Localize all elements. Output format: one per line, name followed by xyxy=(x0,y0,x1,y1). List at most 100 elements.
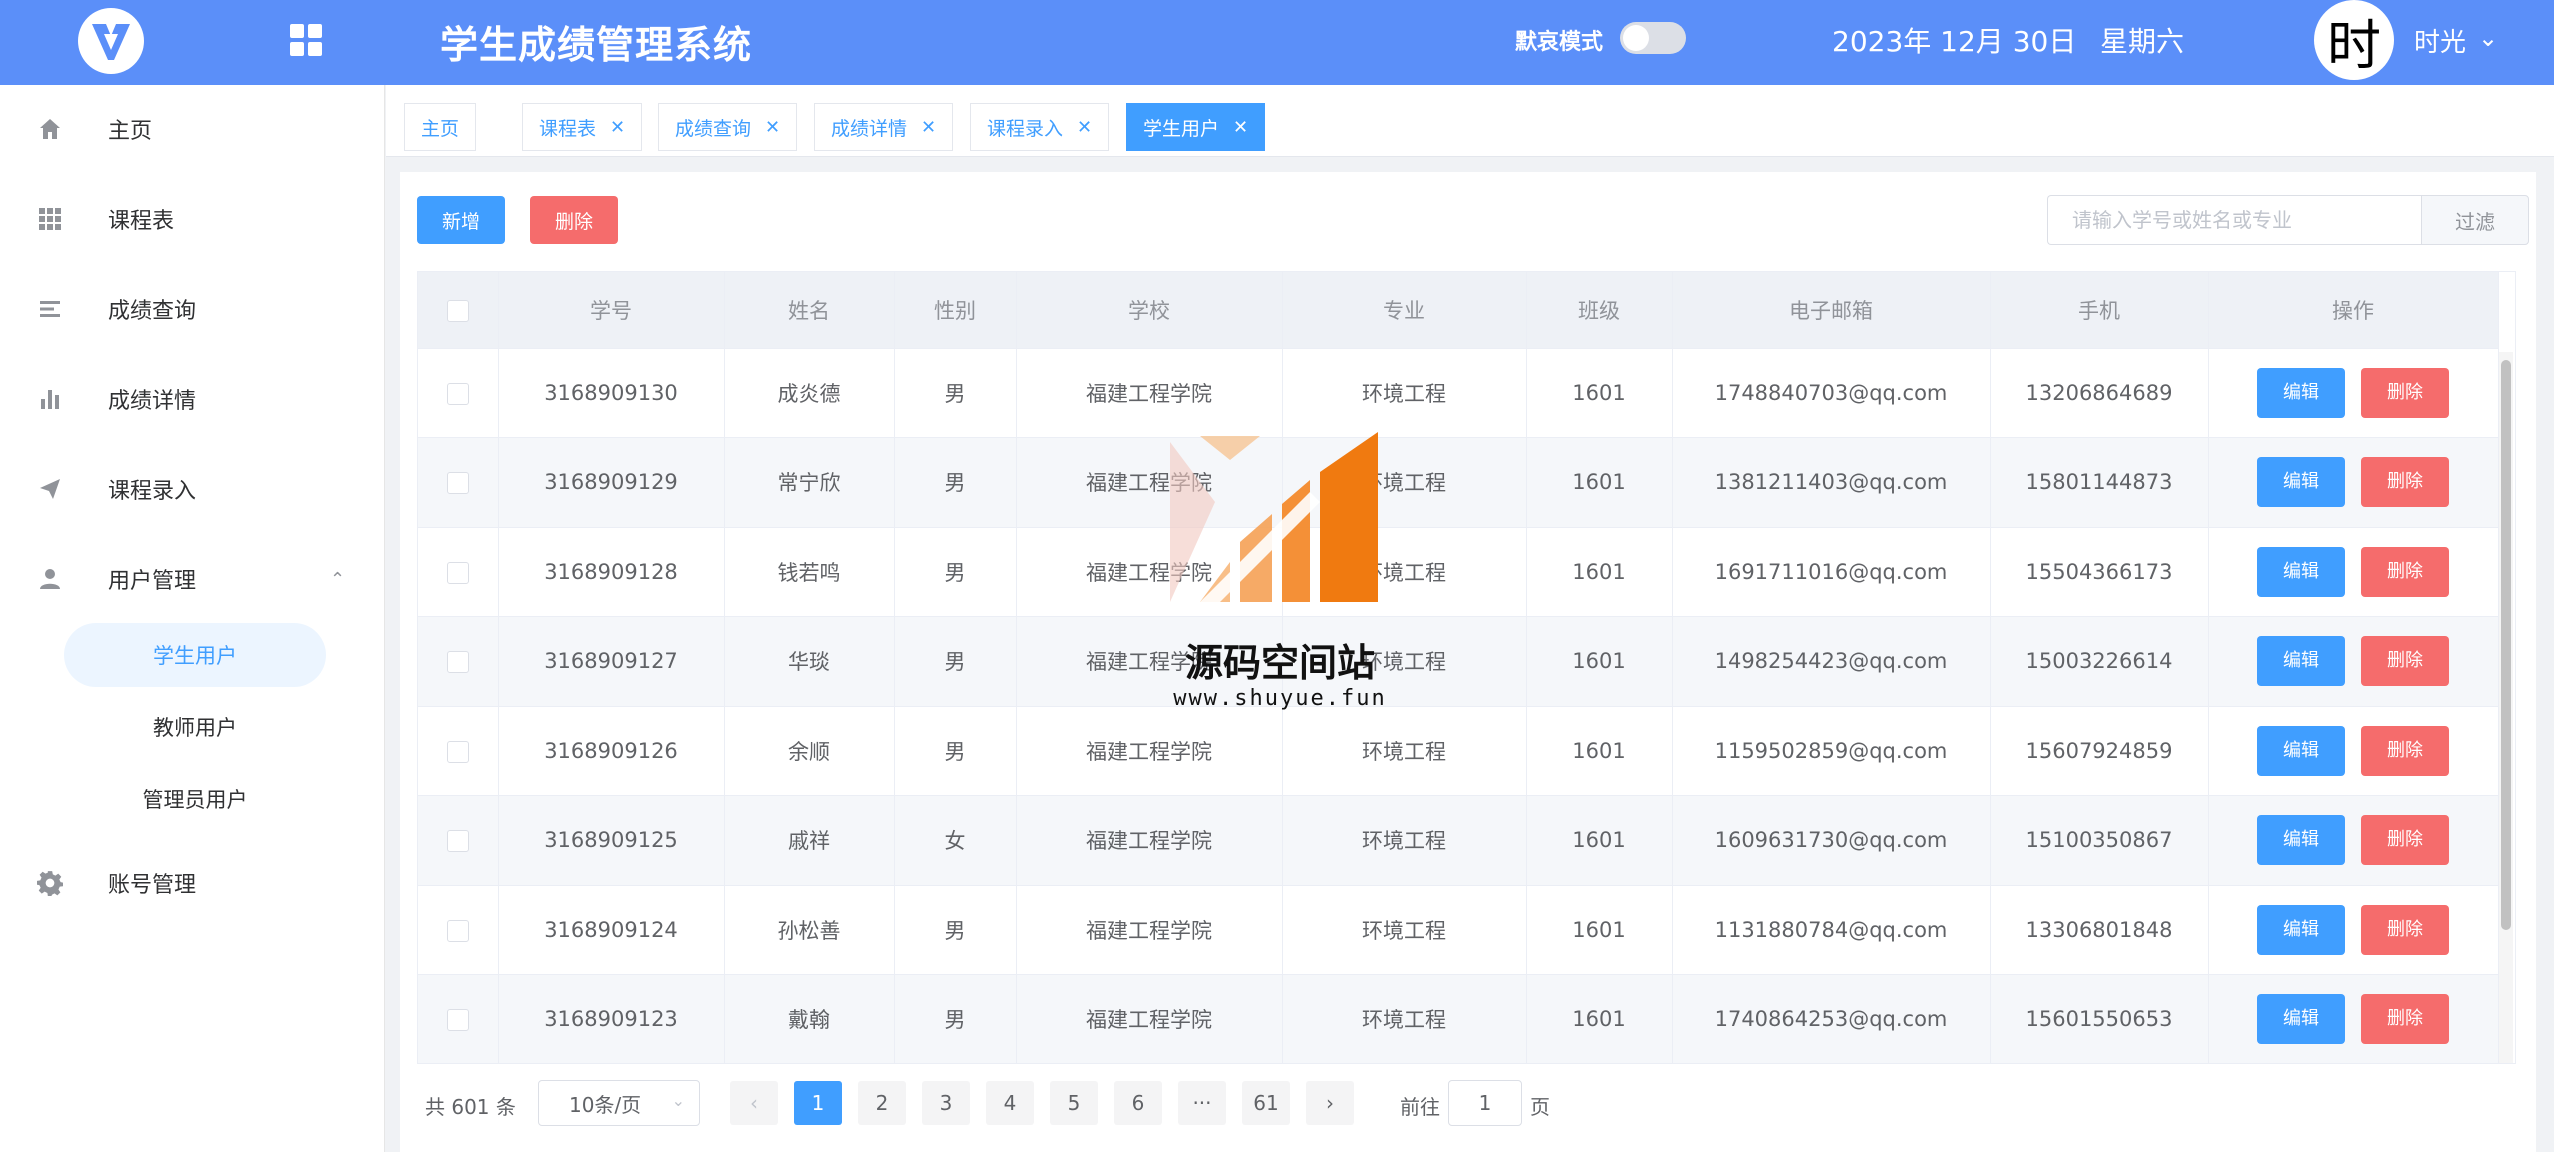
delete-button[interactable]: 删除 xyxy=(2361,367,2449,418)
select-all-checkbox[interactable] xyxy=(446,299,469,322)
chevron-down-icon[interactable]: ⌄ xyxy=(2478,24,2498,52)
edit-button[interactable]: 编辑 xyxy=(2257,636,2345,687)
page-button[interactable]: 5 xyxy=(1050,1081,1098,1125)
delete-button[interactable]: 删除 xyxy=(2361,725,2449,776)
batch-delete-button[interactable]: 删除 xyxy=(530,196,618,244)
phone-cell: 13206864689 xyxy=(1990,348,2209,438)
row-checkbox[interactable] xyxy=(446,561,469,584)
column-header[interactable]: 手机 xyxy=(1990,272,2209,349)
column-header[interactable]: 学校 xyxy=(1016,272,1283,349)
table-row[interactable]: 3168909123 戴翰男福建工程学院 环境工程 1601 1740864253@qq… xyxy=(418,974,2499,1063)
close-icon[interactable]: ✕ xyxy=(610,117,625,138)
sidebar-item-account-management[interactable]: 账号管理 xyxy=(0,843,385,923)
next-page-button[interactable]: › xyxy=(1306,1081,1354,1125)
search-input[interactable] xyxy=(2047,195,2421,245)
email-cell: 1498254423@qq.com xyxy=(1672,616,1991,707)
tab-score-query[interactable]: 成绩查询 ✕ xyxy=(658,103,798,151)
close-icon[interactable]: ✕ xyxy=(921,117,936,138)
page-size-select[interactable]: 10条/页 ⌄ xyxy=(538,1080,700,1126)
column-header[interactable]: 电子邮箱 xyxy=(1672,272,1991,349)
username[interactable]: 时光 xyxy=(2414,22,2466,59)
page-button[interactable]: 1 xyxy=(794,1081,842,1125)
page-button[interactable]: 6 xyxy=(1114,1081,1162,1125)
sidebar-item-score-detail[interactable]: 成绩详情 xyxy=(0,359,385,439)
sidebar-item-label: 主页 xyxy=(108,119,153,144)
close-icon[interactable]: ✕ xyxy=(1077,117,1092,138)
table-row[interactable]: 3168909129 常宁欣男福建工程学院 环境工程 1601 1381211403@q… xyxy=(418,437,2499,528)
name-cell: 孙松善 xyxy=(724,885,895,975)
email-cell: 1609631730@qq.com xyxy=(1672,795,1991,886)
delete-button[interactable]: 删除 xyxy=(2361,457,2449,508)
page-button[interactable]: 2 xyxy=(858,1081,906,1125)
prev-page-button[interactable]: ‹ xyxy=(730,1081,778,1125)
pagination: 共 601 条 10条/页 ⌄ ‹ 1 2 3 4 5 6 ··· 61 › 前… xyxy=(400,1080,2536,1130)
student-id-cell: 3168909124 xyxy=(498,885,725,975)
edit-button[interactable]: 编辑 xyxy=(2257,815,2345,866)
table-row[interactable]: 3168909128 钱若鸣男福建工程学院 环境工程 1601 1691711016@q… xyxy=(418,527,2499,617)
sidebar-item-score-query[interactable]: 成绩查询 xyxy=(0,269,385,349)
delete-button[interactable]: 删除 xyxy=(2361,904,2449,955)
table-row[interactable]: 3168909127 华琰男福建工程学院 环境工程 1601 1498254423@qq… xyxy=(418,616,2499,707)
column-header[interactable]: 学号 xyxy=(498,272,725,349)
sidebar-item-label: 用户管理 xyxy=(108,569,197,594)
sidebar-subitem-admin-users[interactable]: 管理员用户 xyxy=(64,767,326,831)
tab-course-entry[interactable]: 课程录入 ✕ xyxy=(970,103,1110,151)
row-checkbox[interactable] xyxy=(446,919,469,942)
column-header[interactable]: 性别 xyxy=(894,272,1017,349)
column-header[interactable]: 专业 xyxy=(1282,272,1527,349)
delete-button[interactable]: 删除 xyxy=(2361,994,2449,1045)
column-header[interactable]: 姓名 xyxy=(724,272,895,349)
table-row[interactable]: 3168909124 孙松善男福建工程学院 环境工程 1601 1131880784@q… xyxy=(418,885,2499,975)
edit-button[interactable]: 编辑 xyxy=(2257,904,2345,955)
close-icon[interactable]: ✕ xyxy=(765,117,780,138)
row-checkbox[interactable] xyxy=(446,382,469,405)
sidebar-item-home[interactable]: 主页 xyxy=(0,89,385,169)
gender-cell: 男 xyxy=(894,706,1017,796)
row-checkbox[interactable] xyxy=(446,651,469,674)
add-button[interactable]: 新增 xyxy=(417,196,505,244)
filter-button[interactable]: 过滤 xyxy=(2421,195,2529,245)
table-scrollbar[interactable] xyxy=(2499,352,2513,1063)
edit-button[interactable]: 编辑 xyxy=(2257,994,2345,1045)
delete-button[interactable]: 删除 xyxy=(2361,815,2449,866)
tab-label: 成绩详情 xyxy=(831,117,908,140)
theme-mode-toggle[interactable] xyxy=(1620,22,1686,54)
tab-course-table[interactable]: 课程表 ✕ xyxy=(522,103,643,151)
app-logo[interactable] xyxy=(78,8,144,74)
page-button[interactable]: 61 xyxy=(1242,1081,1290,1125)
actions-cell: 编辑 删除 xyxy=(2208,616,2499,707)
row-checkbox[interactable] xyxy=(446,740,469,763)
table-row[interactable]: 3168909125 戚祥女福建工程学院 环境工程 1601 1609631730@qq… xyxy=(418,795,2499,886)
delete-button[interactable]: 删除 xyxy=(2361,636,2449,687)
page-button[interactable]: 3 xyxy=(922,1081,970,1125)
page-ellipsis-button[interactable]: ··· xyxy=(1178,1081,1226,1125)
edit-button[interactable]: 编辑 xyxy=(2257,546,2345,597)
edit-button[interactable]: 编辑 xyxy=(2257,457,2345,508)
name-cell: 钱若鸣 xyxy=(724,527,895,617)
table-row[interactable]: 3168909126 余顺男福建工程学院 环境工程 1601 1159502859@qq… xyxy=(418,706,2499,796)
table-row[interactable]: 3168909130 成炎德男福建工程学院 环境工程 1601 1748840703@q… xyxy=(418,348,2499,438)
sidebar-item-user-management[interactable]: 用户管理 ⌃ xyxy=(0,539,385,619)
tab-student-users[interactable]: 学生用户 ✕ xyxy=(1126,103,1266,151)
avatar[interactable]: 时 xyxy=(2314,0,2394,80)
tab-score-detail[interactable]: 成绩详情 ✕ xyxy=(814,103,954,151)
row-checkbox[interactable] xyxy=(446,472,469,495)
row-select-cell xyxy=(418,706,499,796)
menu-toggle-grid-icon[interactable] xyxy=(290,24,324,58)
sidebar-subitem-student-users[interactable]: 学生用户 xyxy=(64,623,326,687)
page-button[interactable]: 4 xyxy=(986,1081,1034,1125)
sidebar-item-course-table[interactable]: 课程表 xyxy=(0,179,385,259)
close-icon[interactable]: ✕ xyxy=(1233,117,1248,138)
sidebar-subitem-teacher-users[interactable]: 教师用户 xyxy=(64,695,326,759)
tab-home[interactable]: 主页 xyxy=(404,103,477,151)
edit-button[interactable]: 编辑 xyxy=(2257,367,2345,418)
logo-icon xyxy=(92,24,130,60)
delete-button[interactable]: 删除 xyxy=(2361,546,2449,597)
sidebar-item-course-entry[interactable]: 课程录入 xyxy=(0,449,385,529)
scrollbar-thumb[interactable] xyxy=(2501,360,2511,930)
row-checkbox[interactable] xyxy=(446,1009,469,1032)
edit-button[interactable]: 编辑 xyxy=(2257,725,2345,776)
column-header[interactable]: 班级 xyxy=(1526,272,1673,349)
goto-page-input[interactable] xyxy=(1448,1080,1522,1126)
row-checkbox[interactable] xyxy=(446,830,469,853)
